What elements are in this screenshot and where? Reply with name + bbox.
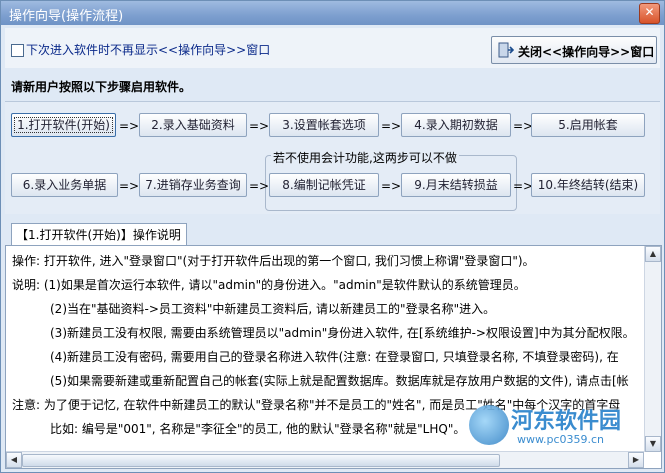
flow-arrow: => [381,179,402,193]
scroll-left-icon[interactable]: ◀ [6,452,22,468]
optional-steps-group-label: 若不使用会计功能,这两步可以不做 [271,149,459,166]
horizontal-scrollbar[interactable]: ◀ ▶ [6,451,644,468]
scroll-up-icon[interactable]: ▲ [645,246,661,262]
step-1-open-software[interactable]: 1.打开软件(开始) [11,113,116,137]
wizard-window: 操作向导(操作流程) ✕ 下次进入软件时不再显示<<操作向导>>窗口 关闭<<操… [0,0,665,473]
instruction-line: (4)新建员工没有密码, 需要用自己的登录名称进入软件(注意: 在登录窗口, 只… [50,350,619,364]
instruction-line: 比如: 编号是"001", 名称是"李征全"的员工, 他的默认"登录名称"就是"… [50,422,466,436]
scroll-right-icon[interactable]: ▶ [628,452,644,468]
window-close-button[interactable]: ✕ [639,3,660,24]
flow-arrow: => [119,179,140,193]
top-toolbar: 下次进入软件时不再显示<<操作向导>>窗口 关闭<<操作向导>>窗口 [5,28,660,68]
horizontal-scroll-thumb[interactable] [22,454,500,467]
step-7-inventory-query[interactable]: 7.进销存业务查询 [139,173,247,197]
instruction-line: (2)当在"基础资料->员工资料"中新建员工资料后, 请以新建员工的"登录名称"… [50,302,496,316]
tab-operation-instructions[interactable]: 【1.打开软件(开始)】操作说明 [11,223,187,245]
flow-arrow: => [249,179,270,193]
close-wizard-label: 关闭<<操作向导>>窗口 [518,45,655,59]
instruction-line: (5)如果需要新建或重新配置自己的帐套(实际上就是配置数据库。数据库就是存放用户… [50,374,629,388]
flow-arrow: => [381,119,402,133]
step-6-business-documents[interactable]: 6.录入业务单据 [11,173,118,197]
flow-arrow: => [119,119,140,133]
dont-show-again-checkbox[interactable] [11,44,24,57]
close-wizard-button[interactable]: 关闭<<操作向导>>窗口 [491,36,657,64]
step-2-basic-data[interactable]: 2.录入基础资料 [139,113,247,137]
instruction-line: (3)新建员工没有权限, 需要由系统管理员以"admin"身份进入软件, 在[系… [50,326,635,340]
step-4-opening-data[interactable]: 4.录入期初数据 [401,113,511,137]
step-9-month-end[interactable]: 9.月末结转损益 [401,173,511,197]
watermark-logo [469,405,509,445]
scroll-down-icon[interactable]: ▼ [645,436,661,452]
step-3-account-options[interactable]: 3.设置帐套选项 [269,113,379,137]
dont-show-again-label[interactable]: 下次进入软件时不再显示<<操作向导>>窗口 [26,41,270,58]
step-8-voucher[interactable]: 8.编制记帐凭证 [269,173,379,197]
step-5-enable-account[interactable]: 5.启用帐套 [531,113,645,137]
window-title: 操作向导(操作流程) [9,9,124,24]
watermark-text: 河东软件园 [511,409,622,434]
step-10-year-end[interactable]: 10.年终结转(结束) [531,173,645,197]
step-label: 1.打开软件(开始) [14,117,113,133]
instruction-line: 说明: (1)如果是首次运行本软件, 请以"admin"的身份进入。"admin… [12,278,526,292]
exit-door-icon [498,42,515,61]
watermark-url: www.pc0359.cn [517,433,605,446]
instruction-line: 操作: 打开软件, 进入"登录窗口"(对于打开软件后出现的第一个窗口, 我们习惯… [12,254,535,268]
vertical-scrollbar[interactable]: ▲ ▼ [644,246,661,452]
title-bar[interactable]: 操作向导(操作流程) ✕ [1,1,664,25]
flow-arrow: => [249,119,270,133]
instruction-heading: 请新用户按照以下步骤启用软件。 [11,80,192,94]
